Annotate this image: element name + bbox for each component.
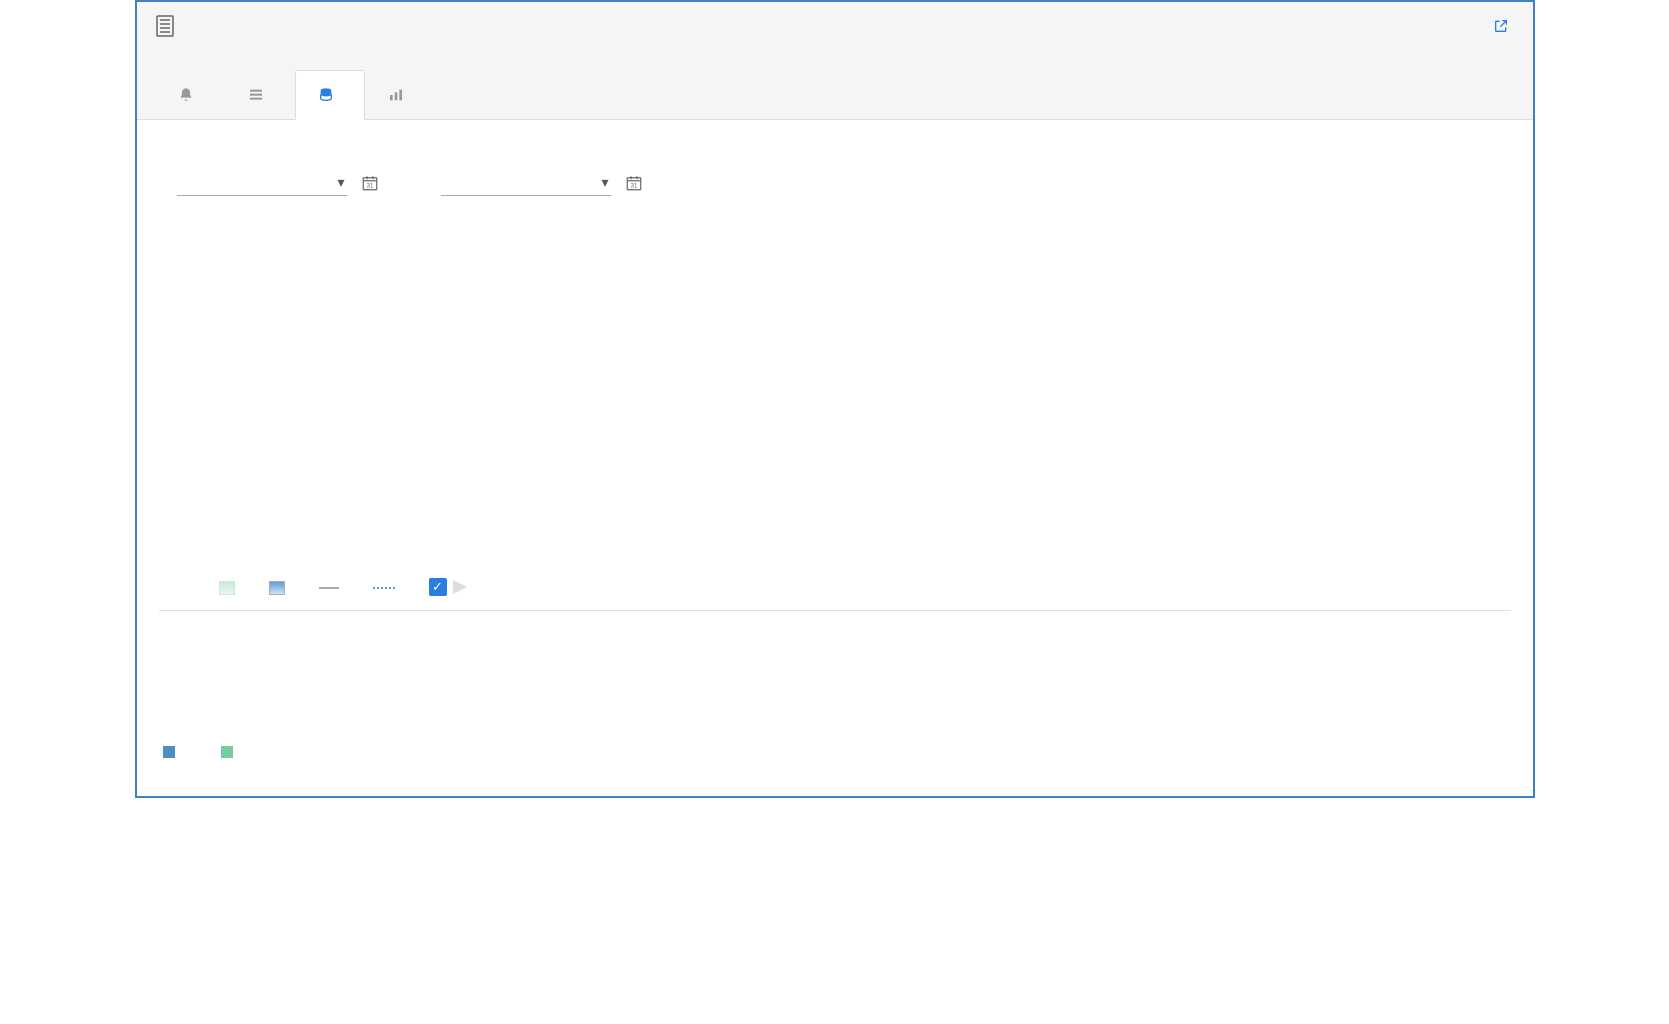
total-capacity-section — [159, 611, 1511, 776]
launch-myvxrail-link[interactable] — [1493, 18, 1515, 34]
capacity-content: ▾ 31 ▾ 31 ✓ — [137, 120, 1533, 796]
legend-free[interactable] — [219, 579, 241, 595]
page-header — [137, 2, 1533, 50]
calendar-icon[interactable]: 31 — [625, 174, 643, 192]
legend-total[interactable] — [319, 580, 345, 595]
svg-text:31: 31 — [366, 184, 373, 190]
filter-row: ▾ 31 ▾ 31 — [159, 170, 1511, 196]
from-dropdown[interactable]: ▾ — [177, 170, 347, 196]
tab-bar — [137, 70, 1533, 120]
capacity-legend-used — [163, 743, 181, 758]
database-icon — [318, 87, 334, 103]
legend-forecast-used[interactable] — [373, 580, 401, 595]
list-icon — [248, 87, 264, 103]
tab-capacity[interactable] — [295, 70, 365, 120]
capacity-forecast-chart — [159, 226, 1511, 564]
tab-inventory[interactable] — [225, 70, 295, 119]
chevron-down-icon: ▾ — [601, 174, 608, 191]
bell-icon — [178, 87, 194, 103]
capacity-legend-free — [221, 743, 239, 758]
calendar-icon[interactable]: 31 — [361, 174, 379, 192]
capacity-bar — [163, 673, 823, 721]
to-dropdown[interactable]: ▾ — [441, 170, 611, 196]
chart-legend: ✓ — [159, 564, 1511, 611]
appliance-icon — [155, 14, 175, 38]
tab-performance[interactable] — [365, 70, 435, 119]
tab-health[interactable] — [155, 70, 225, 119]
chart-svg — [159, 226, 1511, 564]
svg-text:31: 31 — [630, 184, 637, 190]
checkbox-icon[interactable]: ✓ — [429, 578, 447, 596]
legend-confidence-range[interactable]: ✓ — [429, 578, 473, 596]
legend-used[interactable] — [269, 579, 291, 595]
chart-icon — [388, 87, 404, 103]
chevron-down-icon: ▾ — [337, 174, 344, 191]
